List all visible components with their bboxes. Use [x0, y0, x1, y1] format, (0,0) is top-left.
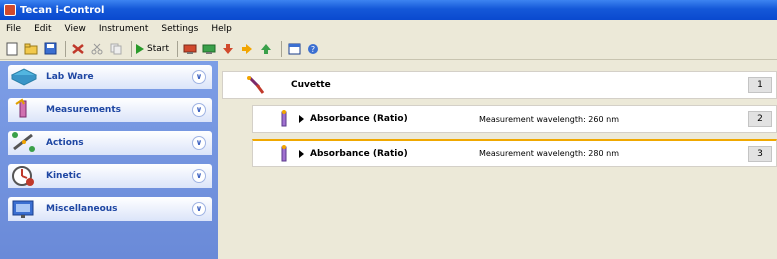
actions-icon [10, 131, 38, 155]
menu-help[interactable]: Help [211, 24, 232, 34]
toolbar-separator [131, 40, 132, 57]
panel-lab-ware[interactable]: Lab Ware ∨ [8, 65, 212, 89]
start-label: Start [147, 43, 169, 54]
menu-view[interactable]: View [65, 24, 86, 34]
app-icon [4, 4, 16, 16]
chevron-down-icon[interactable]: ∨ [192, 169, 206, 183]
panel-miscellaneous[interactable]: Miscellaneous ∨ [8, 197, 212, 221]
panel-label: Measurements [46, 105, 121, 115]
row-title: Cuvette [291, 80, 331, 90]
workflow-row-absorbance-280[interactable]: Absorbance (Ratio) Measurement wavelengt… [252, 139, 777, 167]
open-folder-icon[interactable] [23, 41, 39, 57]
move-down-icon[interactable] [220, 41, 236, 57]
workflow-row-absorbance-260[interactable]: Absorbance (Ratio) Measurement wavelengt… [252, 105, 777, 133]
row-index: 2 [748, 111, 772, 127]
start-button[interactable]: Start [136, 43, 169, 54]
row-index: 3 [748, 146, 772, 162]
window-icon[interactable] [286, 41, 302, 57]
measurement-icon [10, 98, 38, 122]
row-description: Measurement wavelength: 280 nm [479, 149, 619, 158]
help-icon[interactable]: ? [305, 41, 321, 57]
menu-bar: File Edit View Instrument Settings Help [0, 20, 777, 38]
expand-arrow-icon[interactable] [299, 115, 304, 123]
sidebar: Lab Ware ∨ Measurements ∨ Actions ∨ Kine… [0, 61, 218, 259]
panel-label: Kinetic [46, 171, 82, 181]
new-file-icon[interactable] [4, 41, 20, 57]
menu-edit[interactable]: Edit [34, 24, 51, 34]
panel-actions[interactable]: Actions ∨ [8, 131, 212, 155]
expand-arrow-icon[interactable] [299, 149, 304, 158]
toolbar-separator [281, 40, 282, 57]
window-title: Tecan i-Control [20, 4, 105, 16]
toolbar-separator [177, 40, 178, 57]
absorbance-icon [279, 144, 289, 163]
title-bar: Tecan i-Control [0, 0, 777, 20]
chevron-down-icon[interactable]: ∨ [192, 202, 206, 216]
chevron-down-icon[interactable]: ∨ [192, 103, 206, 117]
row-index: 1 [748, 77, 772, 93]
miscellaneous-icon [10, 197, 38, 221]
chevron-down-icon[interactable]: ∨ [192, 70, 206, 84]
toolbar-separator [65, 40, 66, 57]
menu-settings[interactable]: Settings [161, 24, 198, 34]
svg-text:?: ? [311, 45, 315, 54]
panel-label: Miscellaneous [46, 204, 118, 214]
menu-instrument[interactable]: Instrument [99, 24, 149, 34]
panel-label: Lab Ware [46, 72, 94, 82]
panel-kinetic[interactable]: Kinetic ∨ [8, 164, 212, 188]
kinetic-icon [10, 164, 38, 188]
save-icon[interactable] [42, 41, 58, 57]
cuvette-icon [245, 75, 265, 95]
toolbar: Start ? [0, 38, 777, 60]
row-description: Measurement wavelength: 260 nm [479, 114, 619, 124]
panel-label: Actions [46, 138, 84, 148]
row-title: Absorbance (Ratio) [310, 148, 408, 159]
play-icon [136, 43, 144, 54]
instrument-red-icon[interactable] [182, 41, 198, 57]
menu-file[interactable]: File [6, 24, 21, 34]
instrument-green-icon[interactable] [201, 41, 217, 57]
absorbance-icon [279, 110, 289, 128]
chevron-down-icon[interactable]: ∨ [192, 136, 206, 150]
panel-measurements[interactable]: Measurements ∨ [8, 98, 212, 122]
cut-icon[interactable] [89, 41, 105, 57]
move-right-icon[interactable] [239, 41, 255, 57]
plate-icon [10, 65, 38, 89]
copy-icon[interactable] [108, 41, 124, 57]
workflow-area: Cuvette 1 Absorbance (Ratio) Measurement… [218, 61, 777, 259]
row-title: Absorbance (Ratio) [310, 114, 408, 124]
move-up-icon[interactable] [258, 41, 274, 57]
workflow-row-cuvette[interactable]: Cuvette 1 [222, 71, 777, 99]
delete-icon[interactable] [70, 41, 86, 57]
